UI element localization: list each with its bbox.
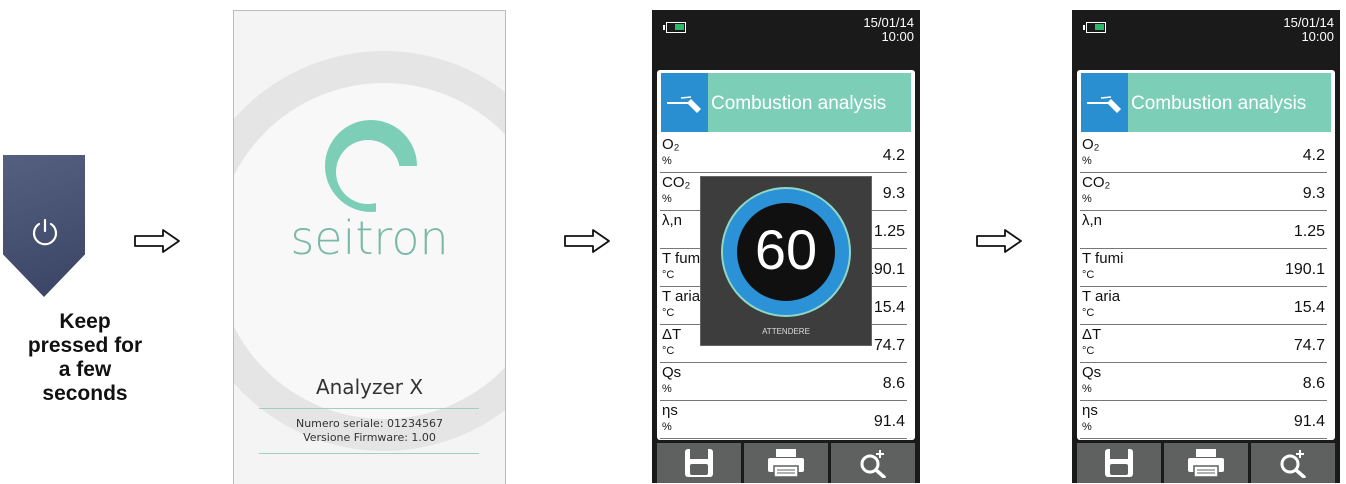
probe-icon	[1081, 73, 1128, 132]
print-button[interactable]	[1164, 443, 1248, 483]
probe-icon	[661, 73, 708, 132]
countdown-number: 60	[754, 218, 818, 281]
power-button[interactable]	[3, 155, 85, 297]
footer-toolbar	[657, 443, 915, 483]
list-item[interactable]: Qs% 8.6	[660, 363, 907, 401]
datetime: 15/01/14 10:00	[1283, 15, 1334, 44]
divider	[259, 408, 479, 409]
model-name: Analyzer X	[315, 375, 424, 399]
list-item[interactable]: T fumi °C 190.1	[1080, 249, 1327, 287]
list-item[interactable]: ΔT °C 74.7	[1080, 325, 1327, 363]
arrow-right-icon	[976, 229, 1022, 253]
splash-screen: seitron Analyzer X Numero seriale: 01234…	[233, 10, 506, 484]
battery-icon	[663, 22, 686, 33]
zoom-in-icon	[1280, 450, 1306, 478]
datetime: 15/01/14 10:00	[863, 15, 914, 44]
print-icon	[768, 449, 804, 478]
brand-name: seitron	[290, 211, 449, 265]
power-icon	[32, 218, 58, 246]
analysis-title: Combustion analysis	[1131, 93, 1307, 114]
list-item[interactable]: T aria °C 15.4	[1080, 287, 1327, 325]
list-item[interactable]: O₂% 4.2	[660, 135, 907, 173]
analysis-header[interactable]: Combustion analysis	[661, 73, 911, 132]
zoom-in-button[interactable]	[1251, 443, 1335, 483]
analysis-header[interactable]: Combustion analysis	[1081, 73, 1331, 132]
device-info: Numero seriale: 01234567 Versione Firmwa…	[295, 417, 444, 444]
save-button[interactable]	[1077, 443, 1161, 483]
divider	[259, 453, 479, 454]
countdown-ring: 60	[721, 187, 851, 317]
arrow-right-icon	[564, 229, 610, 253]
list-item[interactable]: CO₂% 9.3	[1080, 173, 1327, 211]
battery-icon	[1083, 22, 1106, 33]
print-button[interactable]	[744, 443, 828, 483]
list-item[interactable]: O₂% 4.2	[1080, 135, 1327, 173]
list-item[interactable]: ηs% 91.4	[1080, 401, 1327, 439]
instruction-caption: Keep pressed for a few seconds	[27, 310, 143, 405]
list-item[interactable]: ηs% 91.4	[660, 401, 907, 439]
save-button[interactable]	[657, 443, 741, 483]
seitron-logo-icon	[325, 120, 426, 216]
zoom-in-icon	[860, 450, 886, 478]
device-screen-countdown: 15/01/14 10:00 Combustion analysis O₂% 4.2…	[652, 10, 920, 483]
list-item[interactable]: λ,n 1.25	[1080, 211, 1327, 249]
countdown-dialog: 60 ATTENDERE	[700, 176, 872, 346]
save-icon	[685, 449, 713, 477]
print-icon	[1188, 449, 1224, 478]
arrow-right-icon	[134, 229, 180, 253]
footer-toolbar	[1077, 443, 1335, 483]
zoom-in-button[interactable]	[831, 443, 915, 483]
list-item[interactable]: Qs% 8.6	[1080, 363, 1327, 401]
analysis-title: Combustion analysis	[711, 93, 887, 114]
countdown-text: ATTENDERE	[762, 327, 810, 336]
save-icon	[1105, 449, 1133, 477]
device-screen-results: 15/01/14 10:00 Combustion analysis O₂% 4.2…	[1072, 10, 1340, 483]
